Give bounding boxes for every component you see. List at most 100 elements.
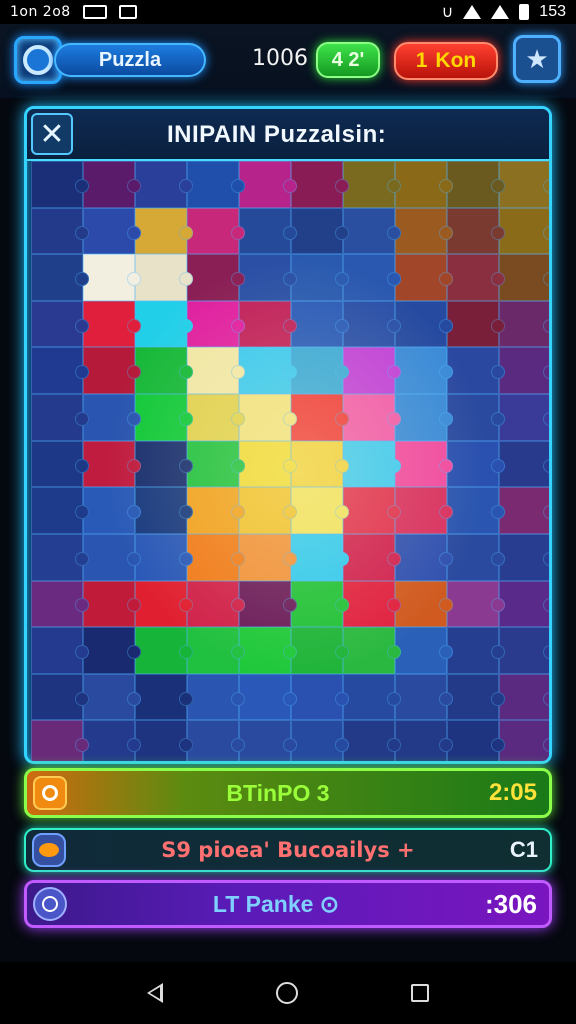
puzzle-piece[interactable] [83,300,141,348]
puzzle-piece[interactable] [499,161,549,208]
puzzle-piece[interactable] [291,254,349,301]
puzzle-piece[interactable] [31,161,89,208]
puzzle-piece[interactable] [447,300,505,348]
puzzle-piece[interactable] [135,487,193,534]
puzzle-piece[interactable] [291,300,349,348]
puzzle-piece[interactable] [135,347,193,395]
puzzle-piece[interactable] [395,533,453,581]
puzzle-piece[interactable] [395,627,453,674]
puzzle-piece[interactable] [187,673,245,721]
puzzle-piece[interactable] [83,487,141,534]
puzzle-piece[interactable] [135,161,193,208]
puzzle-piece[interactable] [31,300,89,348]
puzzle-piece[interactable] [31,347,89,395]
puzzle-piece[interactable] [31,394,89,441]
puzzle-piece[interactable] [83,533,141,581]
puzzle-piece[interactable] [187,347,245,395]
puzzle-piece[interactable] [31,440,89,488]
puzzle-piece[interactable] [343,300,401,348]
puzzle-piece[interactable] [83,440,141,488]
puzzle-piece[interactable] [447,440,505,488]
puzzle-piece[interactable] [291,627,349,674]
puzzle-piece[interactable] [447,580,505,628]
puzzle-piece[interactable] [343,394,401,441]
puzzle-piece[interactable] [187,254,245,301]
puzzle-piece[interactable] [239,627,297,674]
puzzle-piece[interactable] [291,161,349,208]
puzzle-piece[interactable] [395,207,453,255]
puzzle-piece[interactable] [31,673,89,721]
puzzle-piece[interactable] [395,347,453,395]
puzzle-piece[interactable] [239,161,297,208]
close-button[interactable]: ✕ [31,113,73,155]
puzzle-piece[interactable] [135,440,193,488]
favorite-button[interactable]: ★ [513,35,561,83]
puzzle-piece[interactable] [31,627,89,674]
puzzle-piece[interactable] [239,720,297,761]
home-icon[interactable] [275,982,298,1004]
puzzle-piece[interactable] [499,533,549,581]
puzzle-piece[interactable] [499,207,549,255]
puzzle-piece[interactable] [83,580,141,628]
puzzle-piece[interactable] [395,161,453,208]
puzzle-piece[interactable] [499,300,549,348]
puzzle-piece[interactable] [291,207,349,255]
puzzle-piece[interactable] [447,720,505,761]
puzzle-piece[interactable] [343,533,401,581]
puzzle-piece[interactable] [395,254,453,301]
puzzle-piece[interactable] [395,394,453,441]
back-icon[interactable] [146,983,163,1003]
puzzle-piece[interactable] [291,673,349,721]
puzzle-piece[interactable] [447,394,505,441]
puzzle-piece[interactable] [135,207,193,255]
puzzle-piece[interactable] [395,720,453,761]
puzzle-piece[interactable] [83,347,141,395]
puzzle-piece[interactable] [291,487,349,534]
puzzle-piece[interactable] [447,347,505,395]
puzzle-piece[interactable] [395,440,453,488]
puzzle-piece[interactable] [135,394,193,441]
puzzle-piece[interactable] [395,580,453,628]
puzzle-piece[interactable] [499,347,549,395]
puzzle-piece[interactable] [239,207,297,255]
puzzle-piece[interactable] [83,627,141,674]
puzzle-piece[interactable] [343,161,401,208]
puzzle-piece[interactable] [343,440,401,488]
puzzle-piece[interactable] [31,487,89,534]
puzzle-piece[interactable] [83,720,141,761]
puzzle-piece[interactable] [135,673,193,721]
puzzle-piece[interactable] [187,627,245,674]
puzzle-piece[interactable] [83,394,141,441]
puzzle-piece[interactable] [291,580,349,628]
puzzle-piece[interactable] [447,673,505,721]
recent-icon[interactable] [411,984,430,1002]
puzzle-piece[interactable] [447,487,505,534]
puzzle-piece[interactable] [343,673,401,721]
puzzle-piece[interactable] [239,487,297,534]
puzzle-piece[interactable] [447,627,505,674]
puzzle-piece[interactable] [291,720,349,761]
puzzle-grid[interactable] [31,161,549,761]
puzzle-piece[interactable] [291,394,349,441]
puzzle-piece[interactable] [395,673,453,721]
puzzle-piece[interactable] [343,720,401,761]
puzzle-piece[interactable] [187,207,245,255]
puzzle-piece[interactable] [135,300,193,348]
puzzle-piece[interactable] [239,300,297,348]
puzzle-piece[interactable] [187,580,245,628]
puzzle-piece[interactable] [499,673,549,721]
puzzle-piece[interactable] [447,161,505,208]
puzzle-piece[interactable] [83,673,141,721]
coins-button[interactable]: 1 Kon [394,42,498,80]
puzzle-piece[interactable] [499,580,549,628]
puzzle-piece[interactable] [447,533,505,581]
level-row[interactable]: BTinPO 3 2:05 [24,768,552,818]
puzzle-piece[interactable] [135,254,193,301]
puzzle-piece[interactable] [499,627,549,674]
puzzle-piece[interactable] [447,254,505,301]
puzzle-piece[interactable] [291,533,349,581]
puzzle-piece[interactable] [239,580,297,628]
puzzle-piece[interactable] [239,254,297,301]
puzzle-piece[interactable] [291,440,349,488]
puzzle-piece[interactable] [395,300,453,348]
